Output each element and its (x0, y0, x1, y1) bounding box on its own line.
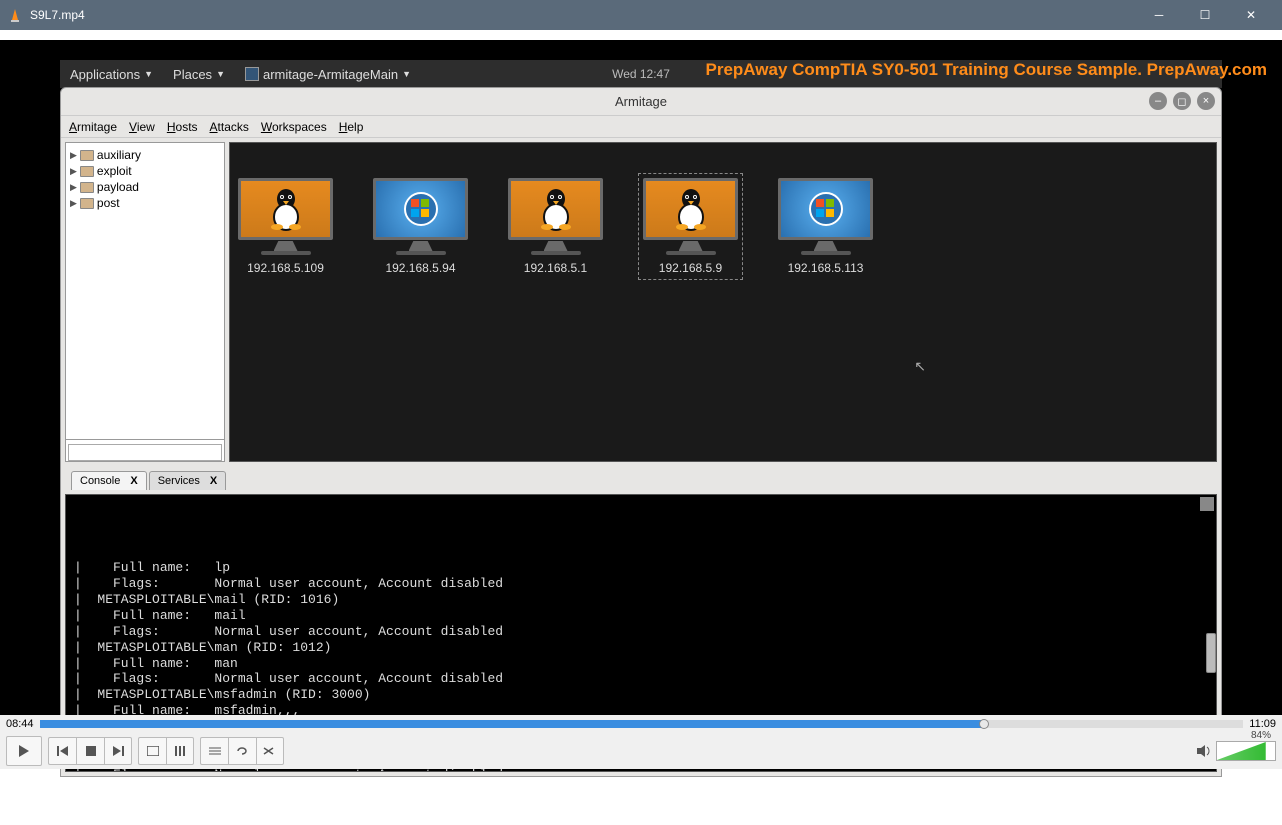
time-elapsed: 08:44 (6, 718, 34, 730)
host-node[interactable]: 192.168.5.1 (508, 178, 603, 275)
mouse-cursor-icon: ↖ (914, 358, 926, 375)
armitage-title-text: Armitage (615, 94, 667, 109)
console-tabs: ConsoleX ServicesX (65, 466, 1217, 490)
vlc-titlebar: S9L7.mp4 ─ ☐ ✕ (0, 0, 1282, 30)
menu-armitage[interactable]: Armitage (69, 120, 117, 134)
ext-settings-button[interactable] (166, 737, 194, 765)
volume-slider[interactable]: 84% (1216, 741, 1276, 761)
folder-icon (80, 150, 94, 161)
clock: Wed 12:47 (612, 67, 670, 81)
shuffle-button[interactable] (256, 737, 284, 765)
host-ip-label: 192.168.5.109 (247, 261, 324, 275)
folder-icon (80, 166, 94, 177)
watermark-text: PrepAway CompTIA SY0-501 Training Course… (706, 60, 1268, 80)
folder-icon (80, 198, 94, 209)
armitage-menubar: Armitage View Hosts Attacks Workspaces H… (61, 116, 1221, 138)
tab-close-icon[interactable]: X (130, 475, 137, 487)
prev-button[interactable] (48, 737, 76, 765)
menu-workspaces[interactable]: Workspaces (261, 120, 327, 134)
tab-services[interactable]: ServicesX (149, 471, 227, 490)
minimize-button[interactable]: ─ (1136, 0, 1182, 30)
next-button[interactable] (104, 737, 132, 765)
module-tree[interactable]: ▶auxiliary ▶exploit ▶payload ▶post (65, 142, 225, 462)
playlist-button[interactable] (200, 737, 228, 765)
video-area: Applications▼ Places▼ armitage-ArmitageM… (0, 40, 1282, 768)
armitage-window: Armitage – ◻ × Armitage View Hosts Attac… (60, 87, 1222, 777)
tab-console[interactable]: ConsoleX (71, 471, 147, 490)
host-node[interactable]: 192.168.5.109 (238, 178, 333, 275)
speaker-icon[interactable] (1196, 744, 1212, 758)
windows-icon (778, 178, 873, 240)
vlc-title: S9L7.mp4 (30, 8, 85, 22)
volume-percent: 84% (1251, 730, 1271, 741)
fullscreen-button[interactable] (138, 737, 166, 765)
armitage-maximize-icon[interactable]: ◻ (1173, 92, 1191, 110)
windows-icon (373, 178, 468, 240)
tree-item-exploit[interactable]: ▶exploit (70, 163, 220, 179)
play-button[interactable] (6, 736, 42, 766)
seek-bar[interactable] (40, 720, 1244, 728)
armitage-close-icon[interactable]: × (1197, 92, 1215, 110)
places-menu[interactable]: Places▼ (173, 67, 225, 82)
seek-knob[interactable] (979, 719, 989, 729)
tux-icon (238, 178, 333, 240)
armitage-titlebar[interactable]: Armitage – ◻ × (61, 88, 1221, 116)
tux-icon (643, 178, 738, 240)
loop-button[interactable] (228, 737, 256, 765)
host-ip-label: 192.168.5.113 (788, 261, 864, 275)
applications-menu[interactable]: Applications▼ (70, 67, 153, 82)
host-node[interactable]: 192.168.5.9 (643, 178, 738, 275)
module-search-input[interactable] (68, 444, 222, 461)
host-node[interactable]: 192.168.5.94 (373, 178, 468, 275)
host-ip-label: 192.168.5.9 (659, 261, 722, 275)
menu-attacks[interactable]: Attacks (210, 120, 249, 134)
vlc-controls-panel: 08:44 11:09 (0, 715, 1282, 769)
tree-item-auxiliary[interactable]: ▶auxiliary (70, 147, 220, 163)
target-graph[interactable]: 192.168.5.109 192.168.5.94 192.168.5.1 192.… (229, 142, 1217, 462)
scroll-up-icon[interactable] (1200, 497, 1214, 511)
host-node[interactable]: 192.168.5.113 (778, 178, 873, 275)
tab-close-icon[interactable]: X (210, 475, 217, 487)
host-ip-label: 192.168.5.1 (524, 261, 587, 275)
tree-item-post[interactable]: ▶post (70, 195, 220, 211)
window-switcher[interactable]: armitage-ArmitageMain▼ (245, 67, 411, 82)
tux-icon (508, 178, 603, 240)
close-button[interactable]: ✕ (1228, 0, 1274, 30)
tree-item-payload[interactable]: ▶payload (70, 179, 220, 195)
scrollbar-handle[interactable] (1206, 633, 1216, 673)
time-total: 11:09 (1249, 718, 1276, 730)
menu-hosts[interactable]: Hosts (167, 120, 198, 134)
armitage-minimize-icon[interactable]: – (1149, 92, 1167, 110)
vlc-cone-icon (8, 8, 22, 22)
menu-help[interactable]: Help (339, 120, 364, 134)
stop-button[interactable] (76, 737, 104, 765)
maximize-button[interactable]: ☐ (1182, 0, 1228, 30)
folder-icon (80, 182, 94, 193)
host-ip-label: 192.168.5.94 (385, 261, 455, 275)
menu-view[interactable]: View (129, 120, 155, 134)
